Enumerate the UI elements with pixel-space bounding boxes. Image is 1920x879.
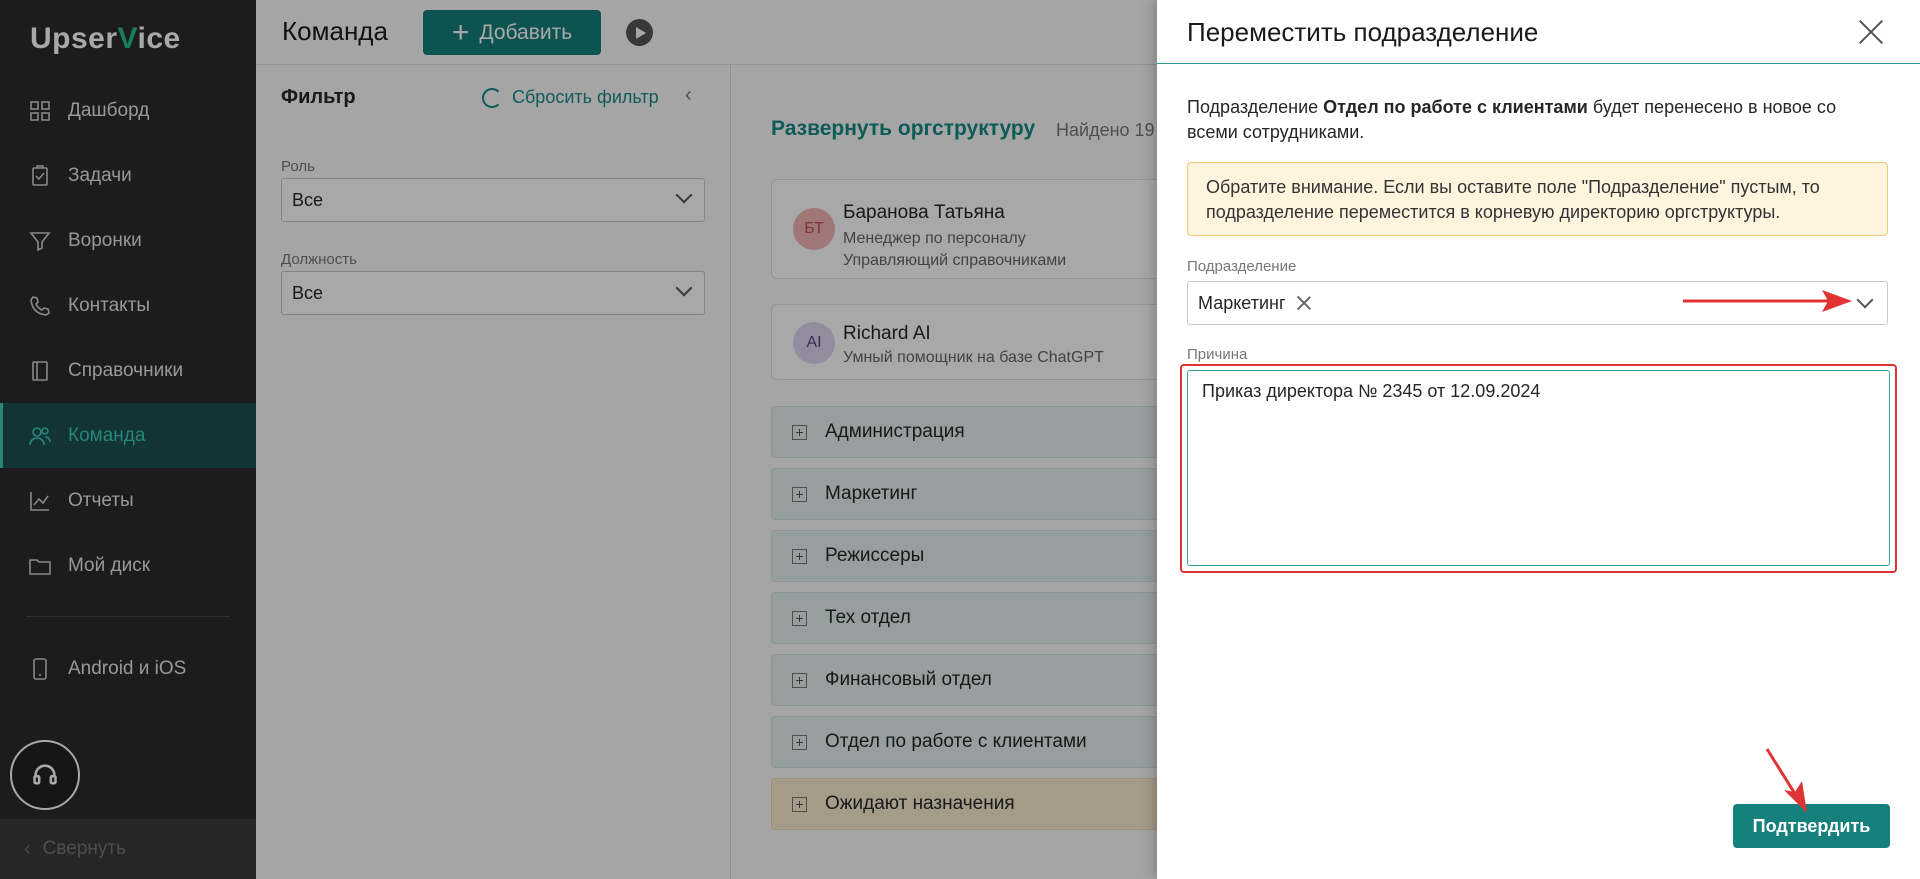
department-select[interactable]: Маркетинг bbox=[1187, 281, 1888, 325]
move-department-drawer: Переместить подразделение Подразделение … bbox=[1157, 0, 1920, 879]
modal-backdrop[interactable] bbox=[0, 0, 1157, 879]
drawer-title: Переместить подразделение bbox=[1187, 17, 1539, 47]
drawer-description: Подразделение Отдел по работе с клиентам… bbox=[1187, 95, 1887, 145]
desc-department: Отдел по работе с клиентами bbox=[1323, 97, 1588, 117]
reason-textarea[interactable]: Приказ директора № 2345 от 12.09.2024 bbox=[1187, 370, 1890, 566]
close-icon[interactable] bbox=[1857, 18, 1885, 46]
department-label: Подразделение bbox=[1187, 258, 1297, 275]
warning-alert: Обратите внимание. Если вы оставите поле… bbox=[1187, 162, 1888, 236]
selected-department-tag: Маркетинг bbox=[1198, 292, 1286, 313]
clear-tag-icon[interactable] bbox=[1296, 295, 1312, 311]
drawer-header: Переместить подразделение bbox=[1157, 0, 1920, 64]
confirm-button[interactable]: Подтвердить bbox=[1733, 804, 1890, 848]
desc-prefix: Подразделение bbox=[1187, 97, 1324, 117]
reason-label: Причина bbox=[1187, 346, 1248, 363]
chevron-down-icon[interactable] bbox=[1856, 291, 1874, 309]
